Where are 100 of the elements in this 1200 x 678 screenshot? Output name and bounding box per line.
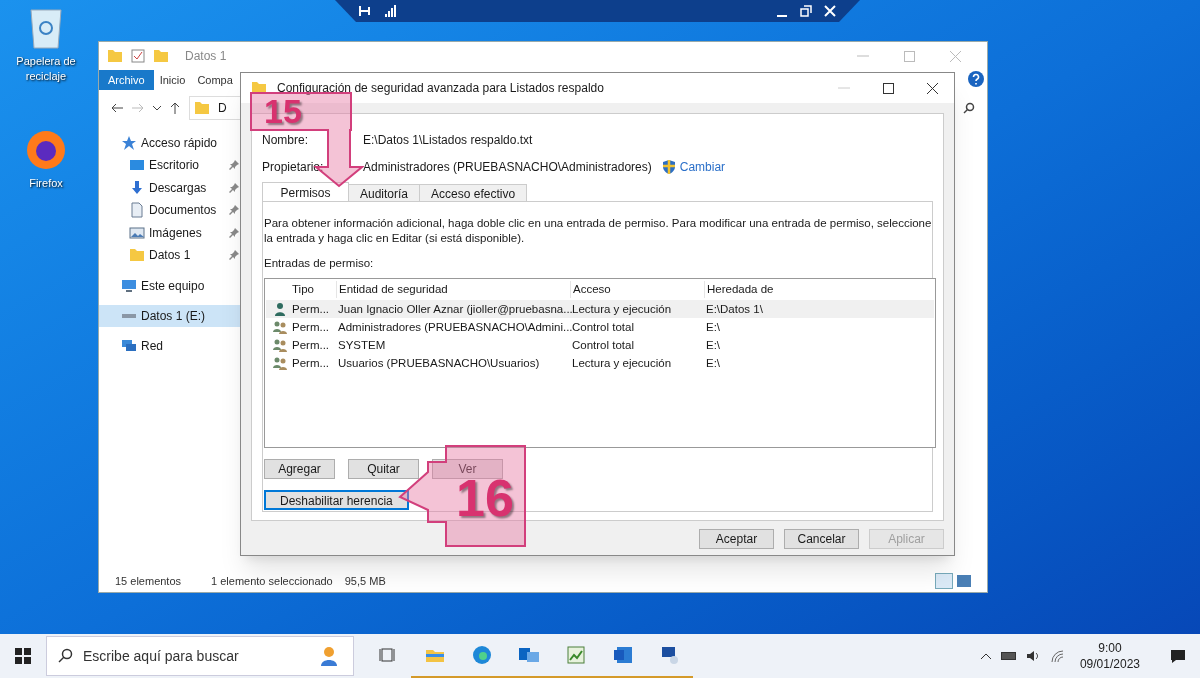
table-cell-text: E:\ [705,337,722,353]
permission-row[interactable]: Perm... Administradores (PRUEBASNACHO\Admini...Control total E:\ [266,318,934,337]
table-cell-text: Lectura y ejecución [571,355,673,371]
back-arrow-icon[interactable] [111,103,123,113]
users-icon [272,338,288,353]
help-icon[interactable] [967,70,985,88]
permission-row[interactable]: Perm... Juan Ignacio Oller Aznar (jioller@pruebasna...Lectura y ejecución E:\Datos 1\ [266,300,934,319]
table-cell-text: Perm... [291,301,331,317]
pin-icon[interactable] [359,5,373,17]
search-icon [57,648,73,664]
word-icon [611,644,634,666]
nav-item[interactable]: Este equipo [99,274,241,297]
picture-icon [129,226,145,239]
change-owner-link[interactable]: Cambiar [679,157,726,176]
permission-row[interactable]: Perm... Usuarios (PRUEBASNACHO\Usuarios) Lectura y ejecución E:\ [266,354,934,373]
document-icon [129,202,145,219]
column-header[interactable]: Heredada de [704,281,854,299]
table-cell-text: Lectura y ejecución [572,301,673,317]
close-icon[interactable] [926,82,938,94]
up-arrow-icon[interactable] [170,102,180,114]
dialog-button[interactable]: Aceptar [699,529,774,549]
shield-icon [661,159,676,174]
selection-info: 1 elemento seleccionado [211,573,333,589]
entry-button[interactable]: Ver [432,459,503,480]
table-cell-text: E:\Datos 1\ [705,301,764,317]
disable-inheritance-button[interactable]: Deshabilitar herencia [264,490,409,511]
browser-icon [470,644,493,666]
table-cell-text: Administradores (PRUEBASNACHO\Admini... [337,319,570,335]
wifi-icon[interactable] [1049,649,1064,663]
users-icon [272,320,288,335]
star-icon [121,135,137,151]
folder-icon [194,101,210,115]
monitor-icon [129,159,145,172]
nav-item[interactable]: Documentos [99,199,241,222]
table-cell-text: E:\ [705,355,722,371]
entry-button[interactable]: Quitar [348,459,419,480]
table-cell-text: Control total [572,319,635,335]
notification-icon[interactable] [1170,648,1186,664]
windows-logo-icon [15,648,31,664]
dialog-tab[interactable]: Acceso efectivo [419,184,528,202]
users-icon [272,356,288,371]
recycle-bin-icon[interactable] [28,6,64,50]
ribbon-tab[interactable]: Inicio [153,70,192,90]
download-arrow-icon [129,179,145,196]
maximize-icon[interactable] [883,82,894,94]
table-cell-text: Perm... [291,355,331,371]
computer-icon [121,278,137,293]
nav-item[interactable]: Acceso rápido [99,132,241,154]
nav-item[interactable]: Imágenes [99,221,241,244]
chevron-up-icon[interactable] [980,653,991,659]
item-count: 15 elementos [115,573,182,589]
field-value: Administradores (PRUEBASNACHO\Administradores) [363,158,652,176]
field-label: Propietario: [262,158,325,176]
search-icon[interactable] [963,102,975,114]
properties-icon[interactable] [131,49,145,63]
dialog-tab[interactable]: Auditoría [348,184,421,202]
signal-icon [385,5,397,17]
field-value: E:\Datos 1\Listados respaldo.txt [363,131,533,149]
table-cell-text: Perm... [291,319,331,335]
drive-icon [121,312,137,319]
chevron-down-icon[interactable] [153,105,161,111]
clock[interactable]: 9:00 09/01/2023 [1073,640,1146,672]
table-cell-text: E:\ [705,319,722,335]
search-field[interactable]: Escribe aquí para buscar [46,636,354,676]
battery-icon[interactable] [1000,652,1016,660]
nav-item[interactable]: Descargas [99,176,241,199]
column-header[interactable]: Acceso [570,281,704,299]
permission-row[interactable]: Perm... SYSTEM Control total E:\ [266,336,934,355]
window-title: Datos 1 [185,48,227,65]
help-text: Para obtener información adicional, haga doble clic en una entrada de permiso. Para modificar una entrada de permiso, seleccione la entrada y haga clic en Editar (si está disponible). [264,216,933,246]
folder-icon [129,248,145,263]
nav-item[interactable]: Red [99,334,241,357]
selection-size: 95,5 MB [344,573,386,589]
nav-item[interactable]: Datos 1 (E:) [99,304,241,327]
folder-icon [107,49,123,63]
table-cell-text: Perm... [291,337,331,353]
column-header[interactable]: Tipo [290,281,336,299]
ribbon-tab[interactable]: Archivo [99,70,154,90]
network-icon [121,339,137,352]
thumbnail-view-icon[interactable] [957,575,971,587]
restore-icon[interactable] [800,5,812,17]
column-header[interactable]: Entidad de seguridad [336,281,570,299]
speaker-icon[interactable] [1025,649,1040,663]
chart-document-icon [564,644,587,666]
table-cell-text: Usuarios (PRUEBASNACHO\Usuarios) [337,355,541,371]
section-label: Entradas de permiso: [264,256,375,271]
desktop-icon-label[interactable]: Firefox [29,176,63,191]
nav-item[interactable]: Datos 1 [99,244,241,267]
step-number: 15 [264,94,302,128]
nav-item[interactable]: Escritorio [99,154,241,177]
dialog-tab[interactable]: Permisos [262,182,349,202]
dialog-title: Configuración de seguridad avanzada para Listados respaldo [277,80,604,97]
entry-button[interactable]: Agregar [264,459,335,480]
table-cell-text: Control total [571,337,635,353]
user-icon [273,302,287,317]
dialog-button[interactable]: Cancelar [784,529,859,549]
field-label: Nombre: [262,131,309,149]
folder-icon [153,49,169,63]
ribbon-tab[interactable]: Compa [191,70,239,90]
browser-icon[interactable] [24,128,68,172]
